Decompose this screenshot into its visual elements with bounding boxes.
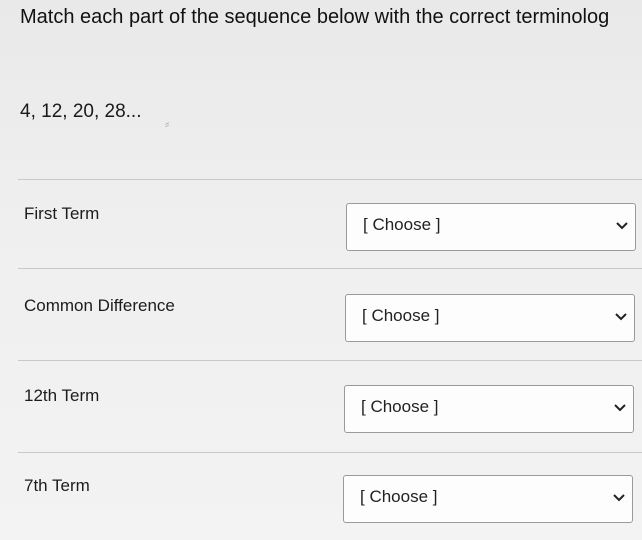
chevron-down-icon xyxy=(615,313,627,321)
chevron-down-icon xyxy=(613,494,625,502)
row-label-common-difference: Common Difference xyxy=(24,296,175,315)
select-value: [ Choose ] xyxy=(361,397,439,416)
divider xyxy=(18,268,642,269)
row-label-12th-term: 12th Term xyxy=(24,386,100,405)
select-value: [ Choose ] xyxy=(363,215,441,234)
divider xyxy=(18,452,642,453)
select-12th-term[interactable]: [ Choose ] xyxy=(344,385,634,433)
select-common-difference[interactable]: [ Choose ] xyxy=(345,294,635,342)
question-prompt: Match each part of the sequence below wi… xyxy=(20,6,610,28)
sequence-text: 4, 12, 20, 28... xyxy=(20,101,142,122)
row-label-7th-term: 7th Term xyxy=(24,476,90,495)
select-value: [ Choose ] xyxy=(362,306,440,325)
divider xyxy=(18,179,642,180)
select-first-term[interactable]: [ Choose ] xyxy=(346,203,636,251)
divider xyxy=(18,360,642,361)
chevron-down-icon xyxy=(614,404,626,412)
select-7th-term[interactable]: [ Choose ] xyxy=(343,475,633,523)
cursor-smudge-icon: ⸗ xyxy=(165,116,170,131)
select-value: [ Choose ] xyxy=(360,487,438,506)
chevron-down-icon xyxy=(616,222,628,230)
row-label-first-term: First Term xyxy=(24,204,100,223)
